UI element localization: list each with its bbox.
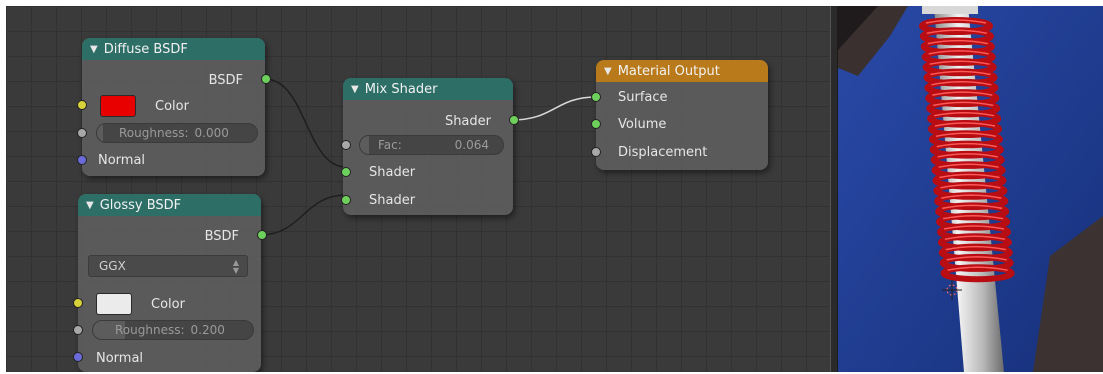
output-socket[interactable] bbox=[261, 74, 271, 84]
normal-socket[interactable] bbox=[77, 155, 87, 165]
roughness-value: 0.200 bbox=[190, 323, 225, 337]
node-header[interactable]: ▼ Glossy BSDF bbox=[78, 194, 261, 216]
color-row: Color bbox=[155, 96, 189, 116]
node-title: Diffuse BSDF bbox=[103, 41, 188, 57]
displacement-input: Displacement bbox=[618, 142, 707, 162]
node-header[interactable]: ▼ Material Output bbox=[596, 60, 768, 82]
volume-label: Volume bbox=[618, 116, 667, 132]
collapse-triangle-icon[interactable]: ▼ bbox=[86, 200, 94, 211]
mix-shader-node[interactable]: ▼ Mix Shader Shader Fac: 0.064 Shader Sh… bbox=[341, 78, 519, 215]
color-row: Color bbox=[151, 294, 185, 314]
shader-input-2: Shader bbox=[369, 190, 415, 210]
color-socket[interactable] bbox=[73, 298, 83, 308]
fac-socket[interactable] bbox=[341, 140, 351, 150]
roughness-label: Roughness: bbox=[115, 323, 185, 337]
shader-input-label: Shader bbox=[369, 192, 416, 208]
displacement-socket[interactable] bbox=[591, 147, 601, 157]
collapse-triangle-icon[interactable]: ▼ bbox=[604, 66, 612, 77]
output-bsdf: BSDF bbox=[205, 226, 239, 246]
color-socket[interactable] bbox=[77, 100, 87, 110]
output-label: BSDF bbox=[208, 72, 243, 88]
normal-row: Normal bbox=[98, 150, 145, 170]
collapse-triangle-icon[interactable]: ▼ bbox=[90, 44, 98, 55]
node-header[interactable]: ▼ Diffuse BSDF bbox=[82, 38, 265, 60]
surface-label: Surface bbox=[618, 89, 668, 105]
displacement-label: Displacement bbox=[618, 144, 708, 160]
node-title: Mix Shader bbox=[364, 81, 438, 97]
color-label: Color bbox=[155, 98, 189, 114]
distribution-value: GGX bbox=[99, 259, 126, 273]
roughness-socket[interactable] bbox=[77, 128, 87, 138]
link-diffuse-to-mix bbox=[264, 78, 347, 168]
roughness-slider[interactable]: Roughness: 0.000 bbox=[96, 123, 258, 143]
viewport-render bbox=[838, 6, 1103, 372]
color-swatch[interactable] bbox=[100, 95, 136, 117]
fac-label: Fac: bbox=[378, 138, 402, 152]
output-label: BSDF bbox=[204, 228, 239, 244]
volume-input: Volume bbox=[618, 114, 666, 134]
output-socket[interactable] bbox=[509, 115, 519, 125]
node-editor[interactable]: ▼ Diffuse BSDF BSDF Color Roughness: 0.0… bbox=[6, 6, 830, 372]
surface-input: Surface bbox=[618, 87, 668, 107]
fac-slider[interactable]: Fac: 0.064 bbox=[359, 135, 504, 155]
roughness-value: 0.000 bbox=[194, 126, 229, 140]
node-title: Material Output bbox=[617, 63, 720, 79]
output-shader: Shader bbox=[445, 111, 491, 131]
dropdown-arrows-icon: ▲ ▼ bbox=[232, 258, 239, 275]
3d-viewport[interactable] bbox=[838, 6, 1103, 372]
normal-socket[interactable] bbox=[73, 352, 83, 362]
roughness-slider[interactable]: Roughness: 0.200 bbox=[92, 320, 254, 340]
collapse-triangle-icon[interactable]: ▼ bbox=[351, 84, 359, 95]
output-socket[interactable] bbox=[257, 230, 267, 240]
normal-label: Normal bbox=[98, 152, 146, 168]
material-output-node[interactable]: ▼ Material Output Surface Volume Displac… bbox=[591, 60, 768, 170]
diffuse-bsdf-node[interactable]: ▼ Diffuse BSDF BSDF Color Roughness: 0.0… bbox=[77, 38, 271, 176]
shader-input-1-socket[interactable] bbox=[341, 167, 351, 177]
surface-socket[interactable] bbox=[591, 92, 601, 102]
color-label: Color bbox=[151, 296, 185, 312]
roughness-label: Roughness: bbox=[119, 126, 189, 140]
fac-value: 0.064 bbox=[454, 138, 489, 152]
link-mix-to-output bbox=[511, 96, 597, 121]
normal-label: Normal bbox=[96, 350, 144, 366]
shader-input-2-socket[interactable] bbox=[341, 195, 351, 205]
normal-row: Normal bbox=[96, 348, 143, 368]
distribution-dropdown[interactable]: GGX ▲ ▼ bbox=[88, 255, 248, 277]
volume-socket[interactable] bbox=[591, 119, 601, 129]
glossy-bsdf-node[interactable]: ▼ Glossy BSDF BSDF GGX ▲ ▼ Color Roughnes… bbox=[73, 194, 267, 372]
node-title: Glossy BSDF bbox=[99, 197, 182, 213]
shader-input-1: Shader bbox=[369, 162, 415, 182]
shader-input-label: Shader bbox=[369, 164, 416, 180]
color-swatch[interactable] bbox=[96, 293, 132, 315]
node-header[interactable]: ▼ Mix Shader bbox=[343, 78, 513, 100]
roughness-socket[interactable] bbox=[73, 325, 83, 335]
link-glossy-to-mix bbox=[259, 194, 347, 236]
output-bsdf: BSDF bbox=[209, 70, 243, 90]
output-label: Shader bbox=[444, 113, 491, 129]
area-splitter[interactable] bbox=[830, 6, 838, 372]
